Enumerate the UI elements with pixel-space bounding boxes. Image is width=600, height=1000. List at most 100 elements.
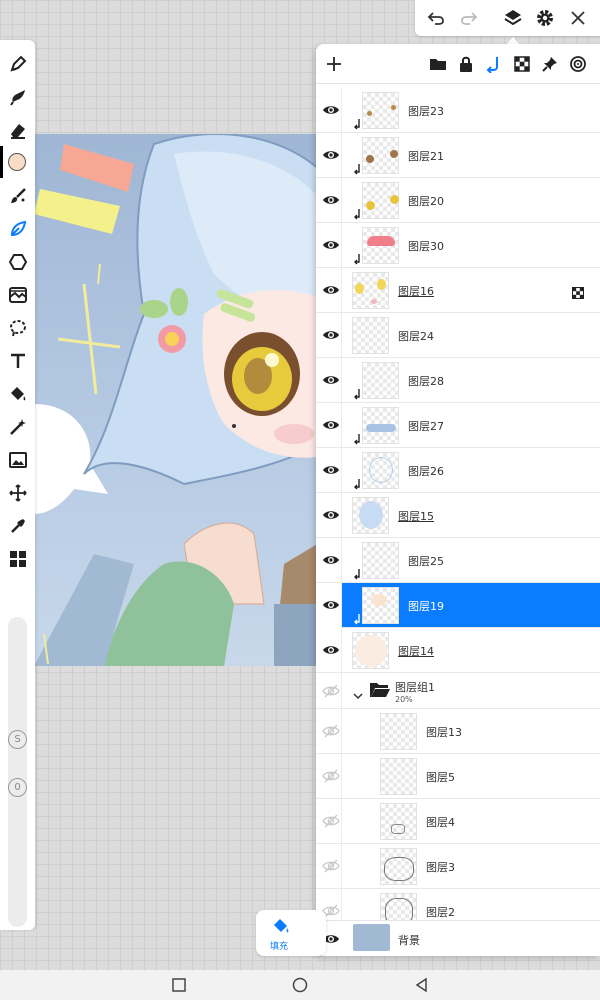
eye-icon[interactable] <box>322 281 340 299</box>
eye-hidden-icon[interactable] <box>322 722 340 740</box>
eyedropper-icon[interactable] <box>4 512 31 539</box>
eye-hidden-icon[interactable] <box>322 767 340 785</box>
eye-icon[interactable] <box>322 236 340 254</box>
layers-panel-header <box>316 44 600 84</box>
layer-row[interactable]: 图层24 <box>316 313 600 358</box>
clip-indicator-icon <box>353 611 361 625</box>
brush-size-slider[interactable] <box>8 617 27 927</box>
eye-icon[interactable] <box>322 506 340 524</box>
layer-row[interactable]: 图层14 <box>316 628 600 673</box>
transparency-icon[interactable] <box>511 53 533 75</box>
layer-row[interactable]: 图层16 <box>316 268 600 313</box>
eye-icon[interactable] <box>322 416 340 434</box>
eye-icon[interactable] <box>322 371 340 389</box>
layers-panel: 图层23 图层21 图层20 图层30 图层16 图层24 图层28 图层27 … <box>316 44 600 956</box>
layer-row[interactable]: 图层13 <box>316 709 600 754</box>
settings-icon[interactable] <box>533 6 557 30</box>
layer-row[interactable]: 图层15 <box>316 493 600 538</box>
fill-bucket-icon <box>274 919 289 933</box>
size-badge[interactable]: S <box>8 730 27 749</box>
layer-name: 图层5 <box>426 771 455 784</box>
layer-row-selected[interactable]: 图层19 <box>342 583 600 628</box>
layer-row[interactable]: 图层26 <box>316 448 600 493</box>
eye-icon[interactable] <box>322 551 340 569</box>
layer-thumbnail <box>362 362 399 399</box>
transform-icon[interactable] <box>4 479 31 506</box>
recents-icon[interactable] <box>170 976 188 994</box>
fill-bucket-icon[interactable] <box>4 380 31 407</box>
eye-icon[interactable] <box>322 461 340 479</box>
grid-icon[interactable] <box>4 545 31 572</box>
add-layer-icon[interactable] <box>323 53 345 75</box>
layer-row[interactable]: 图层21 <box>316 133 600 178</box>
layers-icon[interactable] <box>501 6 525 30</box>
layer-name: 图层3 <box>426 861 455 874</box>
lock-icon[interactable] <box>455 53 477 75</box>
layer-row[interactable]: 图层2 <box>316 889 600 920</box>
clip-indicator-icon <box>353 566 361 580</box>
layer-row[interactable]: 图层20 <box>316 178 600 223</box>
layer-row[interactable]: 图层25 <box>316 538 600 583</box>
layer-name: 图层25 <box>408 555 444 568</box>
chevron-down-icon[interactable] <box>352 687 364 700</box>
layer-thumbnail <box>352 317 389 354</box>
layer-row[interactable]: 图层27 <box>316 403 600 448</box>
layer-row[interactable]: 图层30 <box>316 223 600 268</box>
active-tool-marker <box>0 146 3 178</box>
layer-name: 图层19 <box>408 600 444 613</box>
eye-hidden-icon[interactable] <box>322 812 340 830</box>
eye-icon[interactable] <box>322 326 340 344</box>
alpha-lock-icon[interactable] <box>572 284 584 299</box>
eye-icon[interactable] <box>322 191 340 209</box>
adjust-icon[interactable] <box>4 281 31 308</box>
eye-icon[interactable] <box>322 596 340 614</box>
layer-name: 图层30 <box>408 240 444 253</box>
close-icon[interactable] <box>566 6 590 30</box>
back-icon[interactable] <box>413 976 431 994</box>
fill-tool-pill[interactable]: 填充 <box>256 910 326 956</box>
layer-name: 图层13 <box>426 726 462 739</box>
background-layer-row[interactable]: 背景 <box>316 920 600 956</box>
magic-wand-icon[interactable] <box>4 413 31 440</box>
leaf-brush-icon[interactable] <box>4 215 31 242</box>
layer-list[interactable]: 图层23 图层21 图层20 图层30 图层16 图层24 图层28 图层27 … <box>316 84 600 920</box>
layer-name: 图层20 <box>408 195 444 208</box>
home-icon[interactable] <box>291 976 309 994</box>
layer-group-row[interactable]: 图层组1 20% <box>316 673 600 709</box>
clip-indicator-icon <box>353 116 361 130</box>
folder-icon[interactable] <box>427 53 449 75</box>
pen-icon[interactable] <box>4 50 31 77</box>
layer-name: 图层27 <box>408 420 444 433</box>
layer-name: 图层21 <box>408 150 444 163</box>
layer-thumbnail <box>362 92 399 129</box>
eraser-icon[interactable] <box>4 116 31 143</box>
layer-row[interactable]: 图层23 <box>316 88 600 133</box>
clip-indicator-icon <box>353 431 361 445</box>
layer-row[interactable]: 图层4 <box>316 799 600 844</box>
redo-icon[interactable] <box>457 6 481 30</box>
text-icon[interactable] <box>4 347 31 374</box>
target-icon[interactable] <box>567 53 589 75</box>
eye-hidden-icon[interactable] <box>322 857 340 875</box>
background-layer-name: 背景 <box>398 934 420 947</box>
eye-icon[interactable] <box>322 146 340 164</box>
opacity-badge[interactable]: 0 <box>8 778 27 797</box>
smudge-icon[interactable] <box>4 83 31 110</box>
layer-row[interactable]: 图层28 <box>316 358 600 403</box>
eye-icon[interactable] <box>322 101 340 119</box>
layer-name: 图层26 <box>408 465 444 478</box>
undo-icon[interactable] <box>424 6 448 30</box>
lasso-icon[interactable] <box>4 314 31 341</box>
layer-thumbnail <box>352 272 389 309</box>
layer-row[interactable]: 图层3 <box>316 844 600 889</box>
eye-icon[interactable] <box>322 641 340 659</box>
image-icon[interactable] <box>4 446 31 473</box>
clip-icon[interactable] <box>483 53 505 75</box>
group-name: 图层组1 <box>395 681 435 694</box>
pin-icon[interactable] <box>539 53 561 75</box>
color-picker-swatch[interactable] <box>8 153 26 171</box>
shape-icon[interactable] <box>4 248 31 275</box>
eye-hidden-icon[interactable] <box>322 682 340 700</box>
brush-icon[interactable] <box>4 182 31 209</box>
layer-row[interactable]: 图层5 <box>316 754 600 799</box>
